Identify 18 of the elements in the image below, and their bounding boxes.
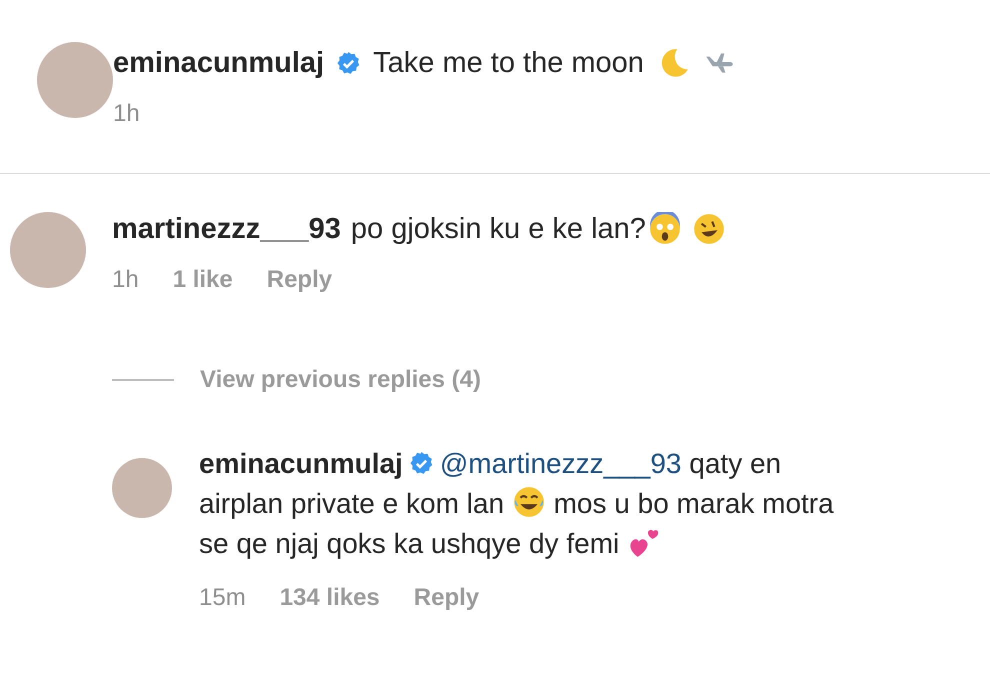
reply-link[interactable]: Reply	[414, 584, 480, 612]
reply-text: eminacunmulaj @martinezzz___93 qaty en airplan private e kom lan mos u bo marak motra se qe njaj qoks ka ushqye dy femi	[199, 447, 835, 561]
username-link[interactable]: martinezzz___93	[112, 212, 341, 246]
comment-text: po gjoksin ku e ke lan?	[350, 212, 646, 246]
tears-of-joy-face-icon	[512, 485, 546, 519]
reply-time: 15m	[199, 584, 246, 612]
caption-text: Take me to the moon	[373, 46, 644, 80]
username-link[interactable]: eminacunmulaj	[199, 448, 403, 479]
screaming-face-icon	[648, 212, 682, 246]
view-previous-replies-link[interactable]: View previous replies (4)	[200, 366, 482, 394]
post-time: 1h	[113, 100, 141, 128]
comment-time: 1h	[112, 266, 139, 294]
likes-count[interactable]: 1 like	[172, 266, 233, 294]
username-link[interactable]: eminacunmulaj	[113, 46, 324, 80]
laughing-face-icon	[692, 212, 726, 246]
likes-count[interactable]: 134 likes	[280, 584, 380, 612]
mention-link[interactable]: @martinezzz___93	[440, 448, 682, 479]
reply-link[interactable]: Reply	[266, 266, 332, 294]
